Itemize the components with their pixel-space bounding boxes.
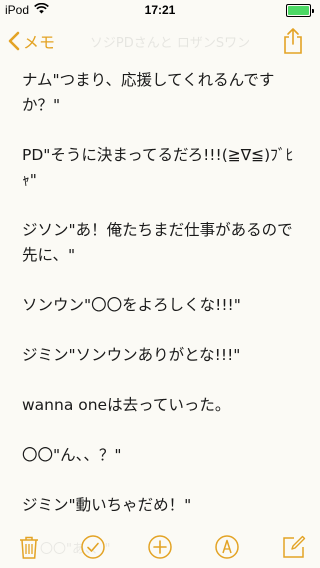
share-icon xyxy=(284,28,302,54)
add-button[interactable] xyxy=(147,534,173,560)
chevron-left-icon xyxy=(8,31,20,51)
note-body[interactable]: ナム"つまり、応援してくれるんですか？" PD"そうに決まってるだろ!!!(≧∇… xyxy=(22,68,304,518)
note-paragraph: ソンウン"〇〇をよろしくな!!!" xyxy=(22,296,241,314)
note-paragraph: ジミン"動いちゃだめ！" xyxy=(22,496,192,514)
note-paragraph: wanna oneは去っていった。 xyxy=(22,396,231,414)
ghost-title: ソジPDさんと ロザンSワン xyxy=(89,36,251,51)
note-paragraph: ナム"つまり、応援してくれるんですか？" xyxy=(22,71,275,114)
trash-icon xyxy=(20,536,38,559)
battery-tip xyxy=(312,8,314,13)
bottom-toolbar xyxy=(0,524,320,568)
compose-button[interactable] xyxy=(281,534,307,560)
add-icon xyxy=(148,535,172,559)
back-label: メモ xyxy=(23,33,56,52)
battery-fill xyxy=(288,6,309,15)
note-paragraph: ジミン"ソンウンありがとな!!!" xyxy=(22,346,241,364)
checklist-button[interactable] xyxy=(80,534,106,560)
note-paragraph: PD"そうに決まってるだろ!!!(≧∇≦)ﾌﾞﾋｬ" xyxy=(22,146,294,189)
note-paragraph: 〇〇"ん、、？" xyxy=(22,446,122,464)
markup-button[interactable] xyxy=(214,534,240,560)
compose-icon xyxy=(283,535,306,558)
markup-icon xyxy=(215,535,239,559)
share-button[interactable] xyxy=(283,27,303,59)
back-button[interactable]: メモ xyxy=(8,29,55,53)
battery-icon xyxy=(286,4,311,17)
status-time: 17:21 xyxy=(144,3,176,17)
note-paragraph: ジソン"あ！俺たちまだ仕事があるので先に、" xyxy=(22,221,293,264)
delete-button[interactable] xyxy=(16,534,42,560)
status-bar: iPod 17:21 xyxy=(0,0,320,20)
navigation-bar: メモ ソジPDさんと ロザンSワン xyxy=(0,20,320,64)
checklist-icon xyxy=(81,535,105,559)
battery-indicator xyxy=(286,4,314,17)
